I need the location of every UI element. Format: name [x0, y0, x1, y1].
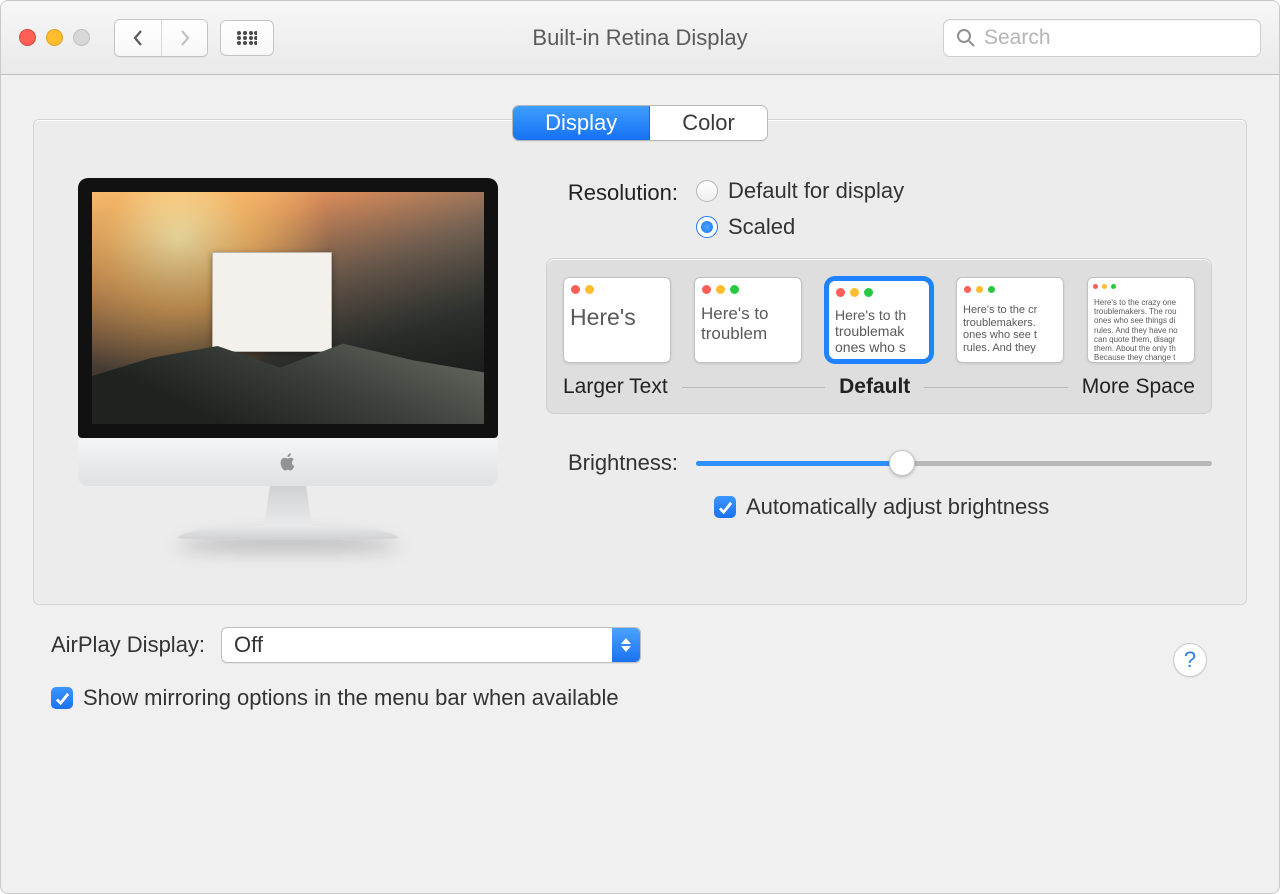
search-placeholder: Search	[984, 26, 1051, 50]
toolbar: Built-in Retina Display Search	[1, 1, 1279, 75]
apple-logo-icon	[277, 451, 299, 473]
window-controls	[19, 29, 90, 46]
auto-brightness-checkbox[interactable]	[714, 496, 736, 518]
tabs: Display Color	[33, 105, 1247, 141]
nav-buttons	[114, 19, 208, 57]
scale-option-3[interactable]: Here's to th troublemak ones who s	[825, 277, 933, 363]
footer: AirPlay Display: Off Show mirroring opti…	[33, 605, 1247, 711]
brightness-slider[interactable]	[696, 452, 1212, 474]
search-icon	[956, 28, 976, 48]
scale-option-2[interactable]: Here's to troublem	[694, 277, 802, 363]
display-panel: Resolution: Default for display Scaled	[33, 119, 1247, 605]
monitor-preview	[68, 178, 508, 540]
mirroring-row[interactable]: Show mirroring options in the menu bar w…	[51, 685, 1229, 711]
check-icon	[55, 691, 70, 706]
mirroring-label: Show mirroring options in the menu bar w…	[83, 685, 619, 711]
airplay-value: Off	[222, 632, 612, 658]
search-field[interactable]: Search	[943, 19, 1261, 57]
auto-brightness-row[interactable]: Automatically adjust brightness	[714, 494, 1212, 520]
brightness-row: Brightness:	[546, 450, 1212, 476]
resolution-label: Resolution:	[546, 178, 696, 206]
check-icon	[718, 500, 733, 515]
select-arrows-icon	[612, 628, 640, 662]
scale-option-1[interactable]: Here's	[563, 277, 671, 363]
tab-color[interactable]: Color	[650, 106, 767, 140]
content: Display Color	[1, 75, 1279, 893]
back-button[interactable]	[115, 20, 161, 56]
close-button[interactable]	[19, 29, 36, 46]
show-all-button[interactable]	[220, 20, 274, 56]
forward-button	[161, 20, 207, 56]
desktop-preview	[92, 192, 484, 424]
scale-option-5[interactable]: Here's to the crazy one troublemakers. T…	[1087, 277, 1195, 363]
mirroring-checkbox[interactable]	[51, 687, 73, 709]
radio-default-for-display[interactable]: Default for display	[696, 178, 904, 204]
more-space-label: More Space	[1082, 375, 1195, 399]
default-label: Default	[839, 375, 910, 399]
settings-column: Resolution: Default for display Scaled	[546, 178, 1212, 540]
airplay-select[interactable]: Off	[221, 627, 641, 663]
scaling-panel: Here's Here's to troublem Here's to th t…	[546, 258, 1212, 414]
preferences-window: Built-in Retina Display Search Display C…	[0, 0, 1280, 894]
auto-brightness-label: Automatically adjust brightness	[746, 494, 1049, 520]
zoom-button	[73, 29, 90, 46]
scale-option-4[interactable]: Here's to the cr troublemakers. ones who…	[956, 277, 1064, 363]
brightness-label: Brightness:	[546, 450, 696, 476]
resolution-row: Resolution: Default for display Scaled	[546, 178, 1212, 240]
minimize-button[interactable]	[46, 29, 63, 46]
airplay-label: AirPlay Display:	[51, 632, 205, 658]
tab-display[interactable]: Display	[513, 106, 650, 140]
larger-text-label: Larger Text	[563, 375, 668, 399]
radio-scaled[interactable]: Scaled	[696, 214, 904, 240]
airplay-row: AirPlay Display: Off	[51, 627, 1229, 663]
help-button[interactable]: ?	[1173, 643, 1207, 677]
